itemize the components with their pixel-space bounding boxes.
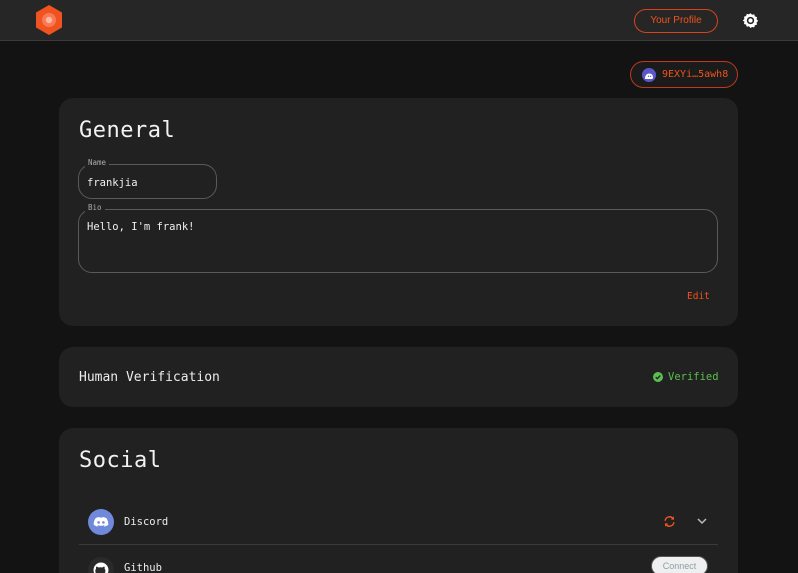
bio-field[interactable]: Bio Hello, I'm frank!: [78, 203, 718, 273]
general-title: General: [79, 118, 176, 143]
verified-label: Verified: [668, 371, 719, 383]
bio-label: Bio: [85, 203, 105, 212]
phantom-ghost-icon: [642, 68, 656, 82]
top-bar: Your Profile: [0, 0, 798, 41]
wallet-address-button[interactable]: 9EXYi…5awh8: [630, 61, 738, 88]
check-circle-icon: [653, 372, 663, 382]
bio-value: Hello, I'm frank!: [87, 221, 195, 233]
human-verification-title: Human Verification: [79, 370, 220, 385]
name-label: Name: [85, 158, 110, 167]
sync-icon[interactable]: [663, 515, 676, 528]
chevron-down-icon[interactable]: [697, 517, 707, 525]
github-icon: [88, 557, 114, 573]
social-row-discord[interactable]: Discord: [79, 506, 718, 545]
name-field[interactable]: Name frankjia: [78, 158, 217, 199]
human-verification-card: Human Verification Verified: [59, 347, 738, 407]
github-connect-button[interactable]: Connect: [651, 556, 708, 573]
your-profile-button[interactable]: Your Profile: [634, 9, 718, 33]
name-value: frankjia: [87, 177, 138, 189]
github-label: Github: [124, 562, 162, 573]
edit-button[interactable]: Edit: [687, 291, 710, 302]
hexagon-logo-icon[interactable]: [36, 5, 62, 35]
social-card: Social Discord Github Connect: [59, 428, 738, 573]
general-card: General Name frankjia Bio Hello, I'm fra…: [59, 98, 738, 326]
gear-icon[interactable]: [742, 12, 759, 29]
discord-label: Discord: [124, 516, 169, 528]
social-row-github: Github Connect: [79, 553, 718, 573]
wallet-address: 9EXYi…5awh8: [662, 69, 729, 80]
social-title: Social: [79, 448, 162, 473]
discord-icon: [88, 509, 114, 535]
